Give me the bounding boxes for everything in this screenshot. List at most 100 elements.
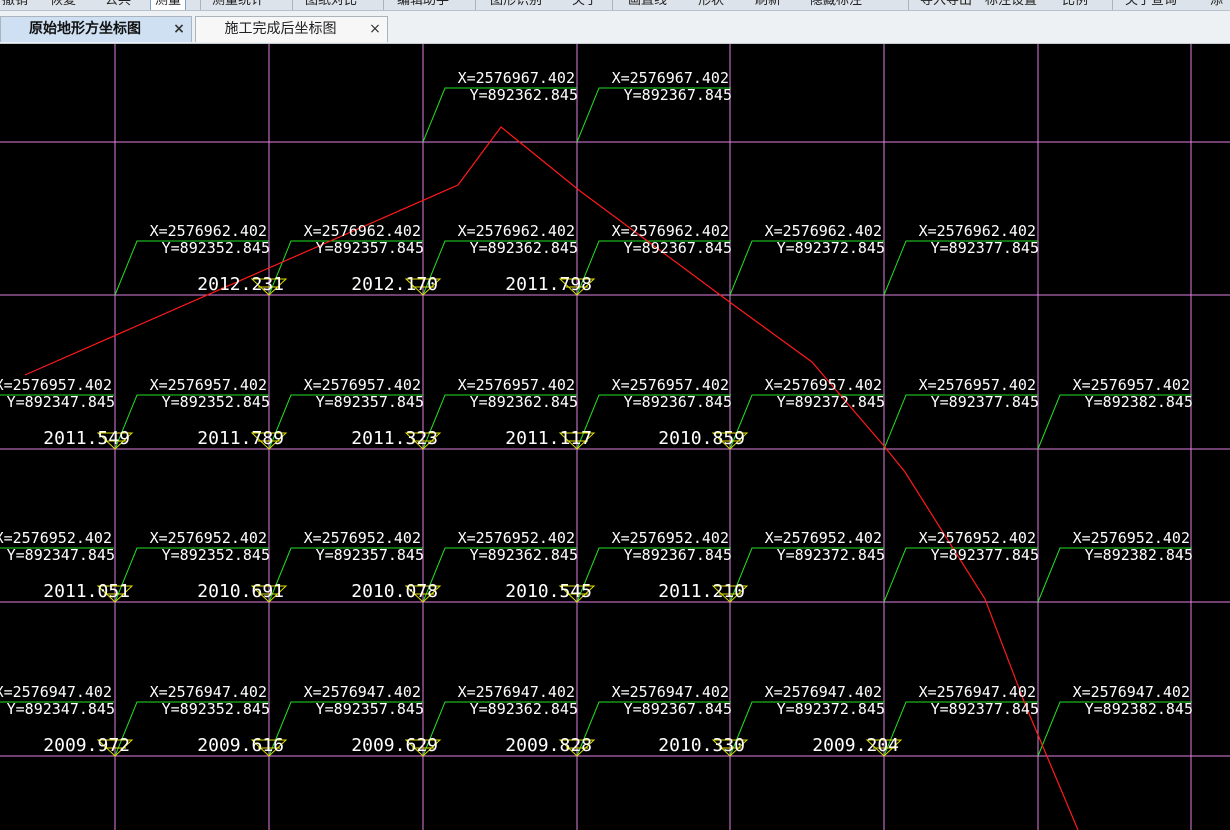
- label-y-coordinate: Y=892357.845: [316, 700, 424, 718]
- menu-about-query[interactable]: 关于查询: [1125, 0, 1177, 10]
- label-x-coordinate: X=2576947.402: [458, 683, 575, 701]
- label-x-coordinate: X=2576957.402: [458, 376, 575, 394]
- label-x-coordinate: X=2576952.402: [612, 529, 729, 547]
- label-y-coordinate: Y=892362.845: [470, 393, 578, 411]
- label-y-coordinate: Y=892377.845: [931, 239, 1039, 257]
- menu-separator: [200, 0, 201, 10]
- menu-refresh[interactable]: 刷新: [755, 0, 781, 10]
- label-elevation: 2010.078: [351, 581, 438, 602]
- label-y-coordinate: Y=892362.845: [470, 700, 578, 718]
- label-y-coordinate: Y=892352.845: [162, 393, 270, 411]
- label-y-coordinate: Y=892357.845: [316, 393, 424, 411]
- menu-scale[interactable]: 比例: [1062, 0, 1088, 10]
- label-elevation: 2011.117: [505, 428, 592, 449]
- label-elevation: 2009.972: [43, 735, 130, 756]
- label-y-coordinate: Y=892372.845: [777, 700, 885, 718]
- label-x-coordinate: X=2576967.402: [612, 69, 729, 87]
- label-x-coordinate: X=2576952.402: [304, 529, 421, 547]
- label-x-coordinate: X=2576962.402: [765, 222, 882, 240]
- label-y-coordinate: Y=892347.845: [7, 546, 115, 564]
- label-y-coordinate: Y=892352.845: [162, 700, 270, 718]
- label-elevation: 2010.330: [658, 735, 745, 756]
- label-x-coordinate: X=2576947.402: [0, 683, 112, 701]
- label-y-coordinate: Y=892377.845: [931, 700, 1039, 718]
- label-x-coordinate: X=2576967.402: [458, 69, 575, 87]
- label-x-coordinate: X=2576952.402: [150, 529, 267, 547]
- menu-shape-recognize[interactable]: 图形识别: [490, 0, 542, 10]
- label-y-coordinate: Y=892372.845: [777, 239, 885, 257]
- label-elevation: 2011.051: [43, 581, 130, 602]
- menu-import-export[interactable]: 导入导出: [920, 0, 972, 10]
- label-x-coordinate: X=2576957.402: [765, 376, 882, 394]
- menu-separator: [1112, 0, 1113, 10]
- tab-label: 原始地形方坐标图: [29, 21, 141, 37]
- label-x-coordinate: X=2576957.402: [0, 376, 112, 394]
- label-x-coordinate: X=2576957.402: [612, 376, 729, 394]
- label-y-coordinate: Y=892352.845: [162, 546, 270, 564]
- menu-measure-stats[interactable]: 测量统计: [212, 0, 264, 10]
- menu-draw-line[interactable]: 画直线: [628, 0, 667, 10]
- menu-undo[interactable]: 撤销: [2, 0, 28, 10]
- menu-redo[interactable]: 恢复: [50, 0, 76, 10]
- tab-label: 施工完成后坐标图: [224, 21, 337, 37]
- menu-shape[interactable]: 形状: [698, 0, 724, 10]
- label-y-coordinate: Y=892372.845: [777, 546, 885, 564]
- menu-separator: [612, 0, 613, 10]
- label-x-coordinate: X=2576947.402: [304, 683, 421, 701]
- label-elevation: 2009.629: [351, 735, 438, 756]
- label-y-coordinate: Y=892352.845: [162, 239, 270, 257]
- menu-hide-labels[interactable]: 隐藏标注: [810, 0, 862, 10]
- label-y-coordinate: Y=892382.845: [1085, 546, 1193, 564]
- label-y-coordinate: Y=892362.845: [470, 239, 578, 257]
- label-y-coordinate: Y=892362.845: [470, 546, 578, 564]
- close-icon[interactable]: ×: [367, 17, 383, 42]
- label-elevation: 2012.170: [351, 274, 438, 295]
- label-y-coordinate: Y=892367.845: [624, 700, 732, 718]
- tab-after-construction[interactable]: 施工完成后坐标图 ×: [195, 16, 388, 42]
- label-elevation: 2012.231: [197, 274, 284, 295]
- drawing-canvas[interactable]: X=2576967.402 Y=892362.845 X=2576967.402 Y=…: [0, 44, 1230, 830]
- label-x-coordinate: X=2576952.402: [0, 529, 112, 547]
- label-x-coordinate: X=2576947.402: [612, 683, 729, 701]
- menu-separator: [292, 0, 293, 10]
- label-y-coordinate: Y=892382.845: [1085, 393, 1193, 411]
- tab-original-terrain[interactable]: 原始地形方坐标图 ×: [0, 16, 192, 42]
- label-y-coordinate: Y=892362.845: [470, 86, 578, 104]
- label-x-coordinate: X=2576957.402: [304, 376, 421, 394]
- label-x-coordinate: X=2576962.402: [458, 222, 575, 240]
- menu-separator: [908, 0, 909, 10]
- close-icon[interactable]: ×: [171, 17, 187, 42]
- label-elevation: 2009.204: [812, 735, 899, 756]
- menu-measure[interactable]: 测量: [150, 0, 187, 10]
- label-x-coordinate: X=2576962.402: [150, 222, 267, 240]
- menu-separator: [383, 0, 384, 10]
- menu-label-settings[interactable]: 标注设置: [985, 0, 1037, 10]
- document-tab-strip: 原始地形方坐标图 × 施工完成后坐标图 ×: [0, 11, 1230, 44]
- label-elevation: 2011.549: [43, 428, 130, 449]
- label-x-coordinate: X=2576947.402: [919, 683, 1036, 701]
- menu-common[interactable]: 公共: [105, 0, 131, 10]
- menu-add[interactable]: 添: [1210, 0, 1223, 10]
- label-y-coordinate: Y=892357.845: [316, 546, 424, 564]
- label-x-coordinate: X=2576962.402: [612, 222, 729, 240]
- label-y-coordinate: Y=892367.845: [624, 239, 732, 257]
- label-x-coordinate: X=2576952.402: [1073, 529, 1190, 547]
- menu-about[interactable]: 关于: [572, 0, 598, 10]
- label-elevation: 2011.789: [197, 428, 284, 449]
- label-y-coordinate: Y=892367.845: [624, 86, 732, 104]
- cad-drawing[interactable]: X=2576967.402Y=892362.845X=2576967.402Y=…: [0, 44, 1230, 830]
- label-x-coordinate: X=2576947.402: [150, 683, 267, 701]
- label-elevation: 2009.616: [197, 735, 284, 756]
- label-x-coordinate: X=2576947.402: [1073, 683, 1190, 701]
- label-elevation: 2010.859: [658, 428, 745, 449]
- label-y-coordinate: Y=892347.845: [7, 700, 115, 718]
- label-x-coordinate: X=2576952.402: [765, 529, 882, 547]
- menu-edit-assistant[interactable]: 编辑助手: [397, 0, 449, 10]
- label-elevation: 2011.798: [505, 274, 592, 295]
- label-elevation: 2011.210: [658, 581, 745, 602]
- label-elevation: 2011.323: [351, 428, 438, 449]
- menu-drawing-compare[interactable]: 图纸对比: [305, 0, 357, 10]
- label-elevation: 2010.691: [197, 581, 284, 602]
- menu-separator: [475, 0, 476, 10]
- label-y-coordinate: Y=892382.845: [1085, 700, 1193, 718]
